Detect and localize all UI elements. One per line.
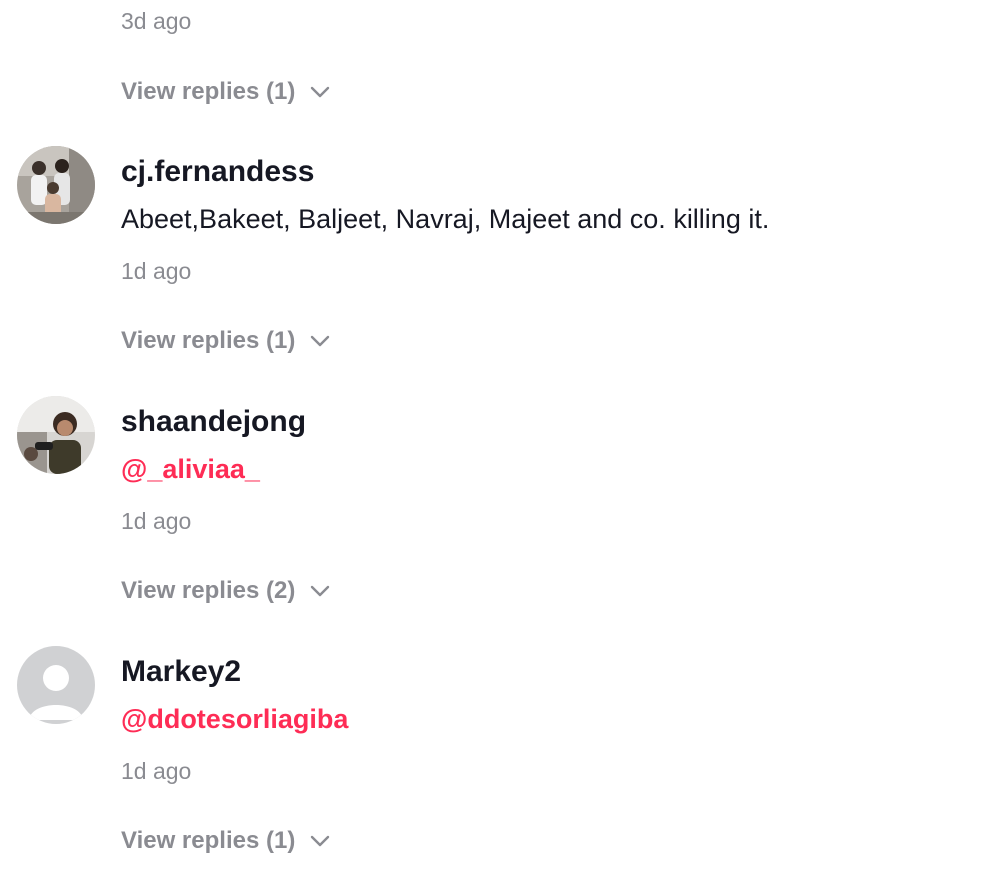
avatar[interactable]	[17, 146, 95, 224]
view-replies-button[interactable]: View replies (1)	[121, 77, 331, 107]
mention-link[interactable]: @_aliviaa_	[121, 454, 260, 484]
comment-text: Abeet,Bakeet, Baljeet, Navraj, Majeet an…	[121, 204, 770, 234]
view-replies-button[interactable]: View replies (1)	[121, 326, 331, 356]
comment-username[interactable]: Markey2	[121, 654, 241, 690]
comment-timestamp: 3d ago	[121, 8, 192, 34]
avatar[interactable]	[17, 646, 95, 724]
view-replies-label: View replies (1)	[121, 827, 296, 854]
user-photo-icon	[17, 396, 95, 474]
comment-timestamp: 1d ago	[121, 258, 192, 284]
comment-username[interactable]: shaandejong	[121, 404, 306, 440]
view-replies-label: View replies (1)	[121, 327, 296, 354]
comment-username[interactable]: cj.fernandess	[121, 154, 314, 190]
chevron-down-icon	[311, 86, 330, 98]
comment-timestamp: 1d ago	[121, 508, 192, 534]
mention-link[interactable]: @ddotesorliagiba	[121, 704, 348, 734]
chevron-down-icon	[311, 585, 330, 597]
comments-list: 3d ago View replies (1) cj.fernandess Ab…	[0, 0, 1000, 883]
view-replies-button[interactable]: View replies (1)	[121, 826, 331, 856]
view-replies-label: View replies (2)	[121, 577, 296, 604]
user-photo-icon	[17, 146, 95, 224]
chevron-down-icon	[311, 335, 330, 347]
default-avatar-icon	[17, 646, 95, 724]
view-replies-label: View replies (1)	[121, 78, 296, 105]
comment-timestamp: 1d ago	[121, 758, 192, 784]
avatar[interactable]	[17, 396, 95, 474]
comment-text: @_aliviaa_	[121, 452, 260, 486]
view-replies-button[interactable]: View replies (2)	[121, 576, 331, 606]
chevron-down-icon	[311, 835, 330, 847]
comment-text: @ddotesorliagiba	[121, 702, 348, 736]
